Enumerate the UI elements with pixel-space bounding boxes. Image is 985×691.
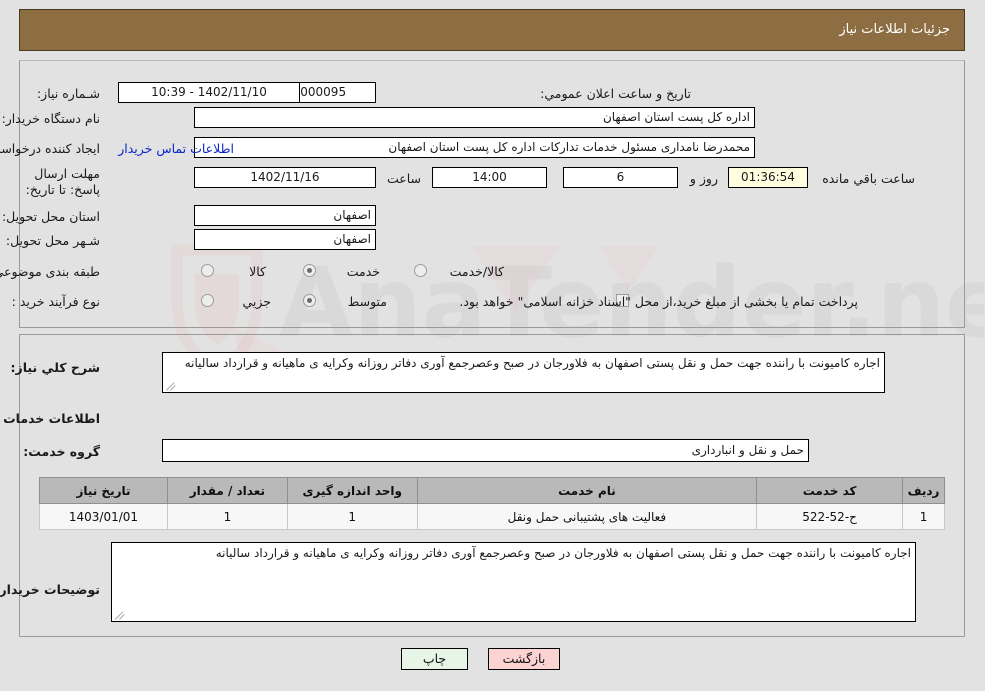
requester-value: محمدرضا نامداری مسئول خدمات تدارکات ادار… xyxy=(195,137,756,158)
col-service-code: کد خدمت xyxy=(757,477,905,504)
buyer-org-label: نام دستگاه خریدار: xyxy=(2,111,101,126)
remaining-time-label: ساعت باقي مانده xyxy=(823,171,916,186)
col-unit: واحد اندازه گیری xyxy=(287,477,419,504)
buyer-notes-textarea[interactable]: اجاره کامیونت با راننده جهت حمل و نقل پس… xyxy=(112,542,917,622)
days-remaining-value: 6 xyxy=(564,167,679,188)
days-remaining-label: روز و xyxy=(690,171,719,186)
cell-service-name: فعالیت های پشتیبانی حمل ونقل xyxy=(417,503,759,530)
province-label: استان محل تحویل: xyxy=(2,209,101,224)
city-value: اصفهان xyxy=(195,229,377,250)
col-row-no: ردیف xyxy=(903,477,946,504)
cell-need-date: 1403/01/01 xyxy=(40,503,169,530)
category-label: طبقه بندی موضوعی: xyxy=(0,264,101,279)
announce-datetime-value: 1402/11/10 - 10:39 xyxy=(119,82,301,103)
city-label: شـهر محل تحویل: xyxy=(6,233,101,248)
cell-row-no: 1 xyxy=(903,503,946,530)
radio-category-kala-label: کالا xyxy=(250,264,267,279)
treasury-bond-text: پرداخت تمام یا بخشی از مبلغ خرید،از محل … xyxy=(460,294,859,309)
col-service-name: نام خدمت xyxy=(417,477,759,504)
table-header-row: ردیف کد خدمت نام خدمت واحد اندازه گیری ت… xyxy=(40,477,946,504)
service-group-label: گروه خدمت: xyxy=(24,444,101,459)
process-type-label: نوع فرآیند خرید : xyxy=(12,294,101,309)
radio-category-kala-khedmat[interactable] xyxy=(415,264,428,277)
radio-process-motevaset-label: متوسط xyxy=(348,294,388,309)
radio-category-khedmat-label: خدمت xyxy=(347,264,381,279)
buyer-notes-value: اجاره کامیونت با راننده جهت حمل و نقل پس… xyxy=(216,546,912,560)
remaining-time-value: 01:36:54 xyxy=(729,167,809,188)
buyer-contact-link[interactable]: اطلاعات تماس خریدار xyxy=(119,141,235,156)
deadline-hour-label: ساعت xyxy=(387,171,422,186)
cell-quantity: 1 xyxy=(167,503,289,530)
page-header-bar: جزئیات اطلاعات نیاز xyxy=(20,9,966,51)
services-section-title: اطلاعات خدمات مورد نیاز xyxy=(0,411,101,426)
radio-category-kala-khedmat-label: کالا/خدمت xyxy=(450,264,505,279)
general-description-textarea[interactable]: اجاره کامیونت با راننده جهت حمل و نقل پس… xyxy=(163,352,886,393)
general-description-label: شرح کلي نیاز: xyxy=(11,360,101,375)
radio-process-jozii-label: جزیي xyxy=(243,294,272,309)
service-group-value: حمل و نقل و انبارداری xyxy=(163,439,810,462)
print-button[interactable]: چاپ xyxy=(402,648,469,670)
need-number-label: شـماره نیاز: xyxy=(37,86,101,101)
announce-datetime-label: تاریخ و ساعت اعلان عمومي: xyxy=(541,86,692,101)
col-quantity: تعداد / مقدار xyxy=(167,477,289,504)
deadline-date-value: 1402/11/16 xyxy=(195,167,377,188)
services-table: ردیف کد خدمت نام خدمت واحد اندازه گیری ت… xyxy=(40,477,946,530)
table-row: 1 ح-52-522 فعالیت های پشتیبانی حمل ونقل … xyxy=(40,503,946,530)
col-need-date: تاریخ نیاز xyxy=(40,477,169,504)
radio-category-khedmat[interactable] xyxy=(304,264,317,277)
deadline-time-value: 14:00 xyxy=(433,167,548,188)
cell-service-code: ح-52-522 xyxy=(757,503,905,530)
back-button[interactable]: بازگشت xyxy=(489,648,561,670)
deadline-label: مهلت ارسال پاسخ: تا تاریخ: xyxy=(26,166,101,197)
province-value: اصفهان xyxy=(195,205,377,226)
general-description-value: اجاره کامیونت با راننده جهت حمل و نقل پس… xyxy=(185,356,881,370)
resize-grip-icon[interactable] xyxy=(115,608,127,620)
radio-process-jozii[interactable] xyxy=(202,294,215,307)
page-title: جزئیات اطلاعات نیاز xyxy=(840,22,951,37)
buyer-notes-label: توضیحات خریدار: xyxy=(0,582,101,597)
resize-grip-icon[interactable] xyxy=(166,379,178,391)
buyer-org-value: اداره کل پست استان اصفهان xyxy=(195,107,756,128)
radio-process-motevaset[interactable] xyxy=(304,294,317,307)
radio-category-kala[interactable] xyxy=(202,264,215,277)
cell-unit: 1 xyxy=(287,503,419,530)
requester-label: ایجاد کننده درخواست: xyxy=(0,141,101,156)
